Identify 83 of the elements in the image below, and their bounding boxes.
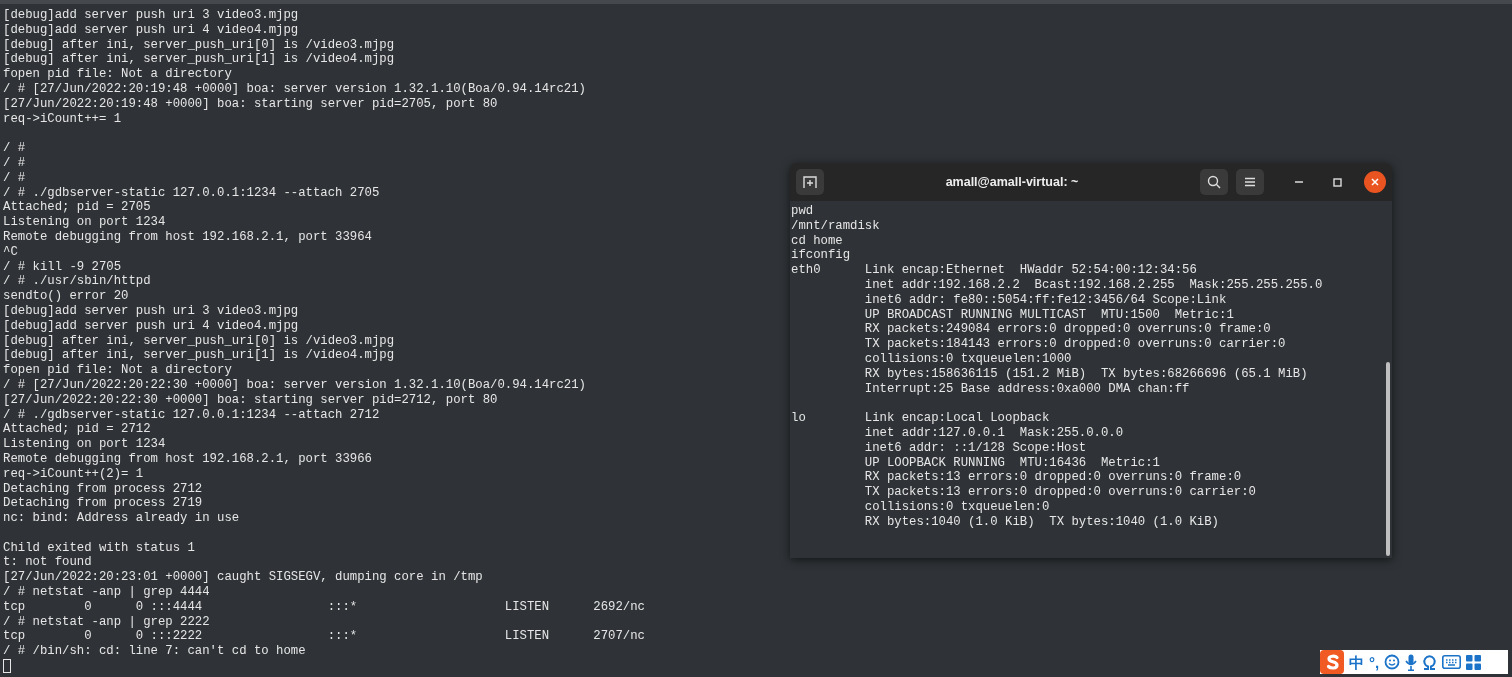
terminal-line: nc: bind: Address already in use	[3, 511, 240, 526]
terminal-line: Remote debugging from host 192.168.2.1, port 33966	[3, 451, 372, 466]
terminal-line: inet addr:192.168.2.2 Bcast:192.168.2.255 Mask:255.255.255.0	[863, 278, 1323, 292]
terminal-line: TX packets:184143 errors:0 dropped:0 overruns:0 carrier:0	[863, 337, 1286, 352]
new-tab-button[interactable]	[796, 169, 824, 195]
terminal-line: / #	[3, 170, 26, 185]
sogou-logo-icon[interactable]	[1320, 650, 1344, 674]
terminal-line: / # [27/Jun/2022:20:19:48 +0000] boa: server version 1.32.1.10(Boa/0.94.14rc21)	[3, 82, 586, 96]
terminal-line: collisions:0 txqueuelen:0	[863, 499, 1050, 514]
terminal-line: TX packets:13 errors:0 dropped:0 overruns:0 carrier:0	[863, 485, 1256, 500]
smiley-icon[interactable]	[1384, 654, 1401, 670]
terminal-line: Attached; pid = 2705	[3, 200, 151, 215]
terminal-line: [debug]add server push uri 4 video4.mjpg	[3, 318, 299, 333]
terminal-line: / #	[3, 141, 26, 156]
ime-mode-toggle[interactable]: °,	[1369, 654, 1380, 670]
terminal-line: fopen pid file: Not a directory	[3, 67, 232, 82]
terminal-line: / # [27/Jun/2022:20:22:30 +0000] boa: server version 1.32.1.10(Boa/0.94.14rc21)	[3, 377, 586, 392]
terminal-line: RX packets:249084 errors:0 dropped:0 overruns:0 frame:0	[863, 322, 1271, 337]
keyboard-icon[interactable]	[1442, 655, 1462, 669]
search-icon	[1207, 175, 1221, 189]
terminal-line: cd home	[791, 233, 843, 248]
terminal-line: UP BROADCAST RUNNING MULTICAST MTU:1500 Metric:1	[863, 307, 1234, 322]
terminal-line: lo Link encap:Local Loopback	[791, 411, 1050, 426]
terminal-line: [27/Jun/2022:20:23:01 +0000] caught SIGSEGV, dumping core in /tmp	[3, 570, 483, 585]
terminal-line: collisions:0 txqueuelen:1000	[863, 351, 1072, 366]
terminal-line: [27/Jun/2022:20:19:48 +0000] boa: starting server pid=2705, port 80	[3, 96, 498, 111]
grid-icon[interactable]	[1466, 654, 1482, 670]
terminal-line: /mnt/ramdisk	[791, 218, 880, 233]
terminal-line: [debug]add server push uri 3 video3.mjpg	[3, 8, 299, 22]
terminal-line: / # ./gdbserver-static 127.0.0.1:1234 --attach 2712	[3, 407, 380, 422]
terminal-line: / # netstat -anp | grep 4444	[3, 585, 210, 600]
terminal-line: ifconfig	[791, 248, 851, 263]
terminal-line: [debug]add server push uri 3 video3.mjpg	[3, 303, 299, 318]
terminal-line: / # kill -9 2705	[3, 259, 122, 274]
terminal-line: [debug] after ini, server_push_uri[0] is /video3.mjpg	[3, 333, 395, 348]
terminal-line: / # netstat -anp | grep 2222	[3, 614, 210, 629]
terminal-line: tcp 0 0 :::2222 :::* LISTEN 2707/nc	[3, 629, 645, 644]
terminal-line: RX bytes:158636115 (151.2 MiB) TX bytes:68266696 (65.1 MiB)	[863, 366, 1308, 381]
microphone-icon[interactable]	[1405, 653, 1418, 671]
terminal-line: RX packets:13 errors:0 dropped:0 overruns:0 frame:0	[863, 470, 1242, 485]
terminal-line: pwd	[791, 204, 814, 218]
terminal-line: sendto() error 20	[3, 289, 129, 304]
close-icon	[1371, 178, 1379, 186]
terminal-line: [debug] after ini, server_push_uri[0] is /video3.mjpg	[3, 37, 395, 52]
terminal-line: eth0 Link encap:Ethernet HWaddr 52:54:00:12:34:56	[791, 263, 1197, 278]
terminal-line: inet addr:127.0.0.1 Mask:255.0.0.0	[863, 425, 1124, 440]
terminal-line: [debug] after ini, server_push_uri[1] is /video4.mjpg	[3, 52, 395, 67]
terminal-line: fopen pid file: Not a directory	[3, 363, 232, 378]
scrollbar[interactable]	[1386, 362, 1390, 556]
terminal-line: / #	[3, 155, 26, 170]
menu-icon	[1244, 177, 1256, 187]
search-button[interactable]	[1200, 169, 1228, 195]
terminal-line: tcp 0 0 :::4444 :::* LISTEN 2692/nc	[3, 599, 645, 614]
terminal-line: UP LOOPBACK RUNNING MTU:16436 Metric:1	[863, 455, 1160, 470]
ime-mode-toggle[interactable]: 中	[1349, 654, 1364, 670]
terminal-line: Listening on port 1234	[3, 437, 166, 452]
terminal-line: Detaching from process 2712	[3, 481, 203, 496]
terminal-line: / # ./gdbserver-static 127.0.0.1:1234 --attach 2705	[3, 185, 380, 200]
terminal-line: / # /bin/sh: cd: line 7: can't cd to home	[3, 644, 306, 659]
minimize-icon	[1295, 181, 1303, 183]
omega-icon[interactable]	[1422, 654, 1438, 670]
close-button[interactable]	[1364, 171, 1386, 193]
terminal-line: [27/Jun/2022:20:22:30 +0000] boa: starting server pid=2712, port 80	[3, 392, 498, 407]
terminal-line: Interrupt:25 Base address:0xa000 DMA chan:ff	[863, 381, 1190, 396]
terminal-line: Detaching from process 2719	[3, 496, 203, 511]
terminal-line: RX bytes:1040 (1.0 KiB) TX bytes:1040 (1.0 KiB)	[863, 514, 1219, 529]
window-title: amall@amall-virtual: ~	[944, 173, 1080, 191]
terminal-line: inet6 addr: fe80::5054:ff:fe12:3456/64 Scope:Link	[863, 292, 1227, 307]
maximize-icon	[1332, 177, 1342, 187]
new-tab-icon	[803, 175, 817, 189]
terminal-line: ^C	[3, 244, 18, 259]
menu-button[interactable]	[1236, 169, 1264, 195]
terminal-line: t: not found	[3, 555, 92, 570]
terminal-line: Remote debugging from host 192.168.2.1, port 33964	[3, 229, 372, 244]
terminal-line: Listening on port 1234	[3, 215, 166, 230]
terminal-line: req->iCount++(2)= 1	[3, 466, 144, 481]
terminal-line: Child exited with status 1	[3, 540, 195, 555]
terminal-line: [debug]add server push uri 4 video4.mjpg	[3, 22, 299, 37]
terminal-line: inet6 addr: ::1/128 Scope:Host	[863, 440, 1087, 455]
terminal-line: Attached; pid = 2712	[3, 422, 151, 437]
terminal-line: / # ./usr/sbin/httpd	[3, 274, 151, 289]
terminal-line: [debug] after ini, server_push_uri[1] is /video4.mjpg	[3, 348, 395, 363]
terminal-line: req->iCount++= 1	[3, 111, 122, 126]
